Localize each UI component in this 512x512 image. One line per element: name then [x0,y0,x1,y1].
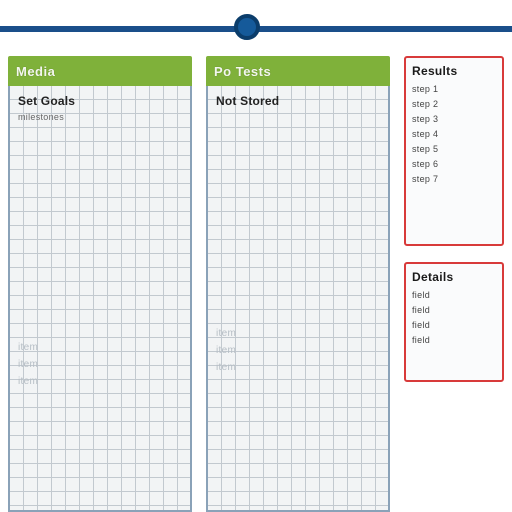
list-item: step 6 [412,159,496,169]
section-title: Not Stored [216,94,380,108]
list-item: field [412,305,496,315]
column-header-label: Media [16,64,55,79]
column-header-media[interactable]: Media [8,56,192,86]
list-item: field [412,335,496,345]
list-item: item [18,359,182,370]
list-item: item [216,362,380,373]
list-item: step 5 [412,144,496,154]
column-body-media[interactable]: Set Goals milestones item item item [8,86,192,512]
panel-details[interactable]: Details field field field field [404,262,504,382]
section-subtitle: milestones [18,112,182,122]
section-title: Set Goals [18,94,182,108]
list-item: step 7 [412,174,496,184]
column-header-label: Po Tests [214,64,271,79]
column-media: Media Set Goals milestones item item ite… [8,56,192,512]
list-item: step 1 [412,84,496,94]
faint-block: item item item [18,342,182,387]
list-item: item [216,345,380,356]
panel-title: Details [412,270,496,284]
side-column: Results step 1 step 2 step 3 step 4 step… [404,56,504,512]
list-item: step 4 [412,129,496,139]
faint-block: item item item [216,328,380,373]
list-item: field [412,290,496,300]
panel-title: Results [412,64,496,78]
list-item: item [18,342,182,353]
list-item: item [18,376,182,387]
timeline-marker-icon[interactable] [234,14,260,40]
list-item: step 3 [412,114,496,124]
column-body-tests[interactable]: Not Stored item item item [206,86,390,512]
panel-results[interactable]: Results step 1 step 2 step 3 step 4 step… [404,56,504,246]
column-tests: Po Tests Not Stored item item item [206,56,390,512]
column-header-tests[interactable]: Po Tests [206,56,390,86]
list-item: item [216,328,380,339]
main-stage: Media Set Goals milestones item item ite… [0,56,512,512]
list-item: field [412,320,496,330]
list-item: step 2 [412,99,496,109]
